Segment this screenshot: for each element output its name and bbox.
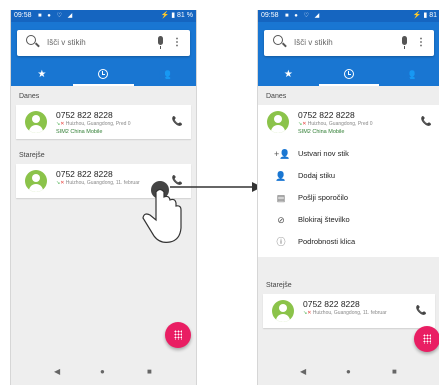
tab-favorites[interactable]: ★ — [258, 64, 319, 86]
call-number: 0752 822 8228 — [56, 110, 113, 120]
menu-item-create-contact[interactable]: +👤 Ustvari nov stik — [258, 143, 439, 165]
call-icon[interactable]: 📞 — [416, 305, 427, 316]
call-details: ↘✕ Huizhou, Guangdong, 11. februar — [303, 310, 387, 316]
call-log-item[interactable]: 0752 822 8228 ↘✕ Huizhou, Guangdong, Pre… — [16, 105, 191, 139]
dialpad-button[interactable] — [414, 326, 439, 352]
avatar — [25, 111, 47, 133]
transition-arrow-icon — [170, 182, 262, 192]
home-icon[interactable]: ● — [100, 367, 105, 376]
battery-level: ⚡ ▮ 81 — [412, 12, 437, 19]
block-icon: ⊘ — [277, 215, 285, 225]
search-input[interactable]: Išči v stikih — [47, 30, 86, 56]
notification-icons: ■ ● ♡ ◢ — [38, 13, 75, 19]
star-icon: ★ — [283, 69, 293, 80]
call-carrier: SIM2 China Mobile — [298, 129, 345, 135]
call-icon[interactable]: 📞 — [172, 116, 183, 127]
back-icon[interactable]: ◀ — [300, 367, 306, 376]
notification-icons: ■ ● ♡ ◢ — [285, 13, 322, 19]
avatar — [272, 300, 294, 322]
menu-item-add-to-contact[interactable]: 👤 Dodaj stiku — [258, 165, 439, 187]
star-icon: ★ — [37, 69, 47, 80]
info-icon: ⓘ — [276, 237, 286, 247]
clock-icon — [343, 69, 354, 80]
recents-icon[interactable]: ■ — [392, 367, 397, 376]
section-older: Starejše — [266, 282, 292, 289]
section-today: Danes — [19, 93, 40, 100]
microphone-icon[interactable] — [402, 36, 407, 49]
dialpad-icon — [423, 334, 431, 344]
search-bar[interactable]: Išči v stikih ⋮ — [17, 30, 190, 56]
menu-item-call-details[interactable]: ⓘ Podrobnosti klica — [258, 231, 439, 253]
tab-recents[interactable] — [318, 64, 380, 86]
dialpad-button[interactable] — [165, 322, 191, 348]
app-header: Išči v stikih ⋮ ★ 👥 — [11, 22, 196, 86]
call-log-item-expanded[interactable]: 0752 822 8228 ↘✕ Huizhou, Guangdong, Pre… — [258, 105, 439, 139]
person-icon: 👤 — [275, 171, 287, 181]
search-icon — [273, 35, 283, 45]
search-bar[interactable]: Išči v stikih ⋮ — [264, 30, 434, 56]
back-icon[interactable]: ◀ — [54, 367, 60, 376]
more-options-icon[interactable]: ⋮ — [416, 30, 426, 56]
add-contact-icon: +👤 — [274, 149, 291, 159]
people-icon: 👥 — [403, 69, 416, 80]
call-log-item[interactable]: 0752 822 8228 ↘✕ Huizhou, Guangdong, 11.… — [263, 294, 435, 328]
navigation-bar: ◀ ● ■ — [11, 361, 196, 385]
tab-bar: ★ 👥 — [258, 64, 439, 86]
tab-contacts[interactable]: 👥 — [379, 64, 439, 86]
clock-icon — [98, 69, 109, 80]
call-number: 0752 822 8228 — [303, 299, 360, 309]
call-icon[interactable]: 📞 — [421, 116, 432, 127]
navigation-bar: ◀ ● ■ — [258, 361, 439, 385]
status-bar: 09:58 ■ ● ♡ ◢ ⚡ ▮ 81 % — [11, 10, 196, 22]
home-icon[interactable]: ● — [346, 367, 351, 376]
section-today: Danes — [266, 93, 287, 100]
message-icon: ▤ — [276, 193, 286, 203]
tab-recents[interactable] — [72, 64, 135, 86]
more-options-icon[interactable]: ⋮ — [172, 30, 182, 56]
section-older: Starejše — [19, 152, 45, 159]
tab-contacts[interactable]: 👥 — [134, 64, 196, 86]
menu-item-block-number[interactable]: ⊘ Blokiraj številko — [258, 209, 439, 231]
phone-screen-after: 09:58 ■ ● ♡ ◢ ⚡ ▮ 81 Išči v stikih ⋮ ★ 👥… — [257, 10, 439, 385]
battery-level: ⚡ ▮ 81 % — [160, 12, 193, 19]
call-number: 0752 822 8228 — [56, 169, 113, 179]
avatar — [267, 111, 289, 133]
microphone-icon[interactable] — [158, 36, 163, 49]
app-header: Išči v stikih ⋮ ★ 👥 — [258, 22, 439, 86]
recents-icon[interactable]: ■ — [147, 367, 152, 376]
search-input[interactable]: Išči v stikih — [294, 30, 333, 56]
call-details: ↘✕ Huizhou, Guangdong, 11. februar — [56, 180, 140, 186]
dialpad-icon — [174, 330, 182, 340]
menu-item-send-message[interactable]: ▤ Pošlji sporočilo — [258, 187, 439, 209]
status-time: 09:58 — [261, 12, 279, 19]
call-number: 0752 822 8228 — [298, 110, 355, 120]
tab-favorites[interactable]: ★ — [11, 64, 73, 86]
people-icon: 👥 — [158, 69, 172, 80]
status-bar: 09:58 ■ ● ♡ ◢ ⚡ ▮ 81 — [258, 10, 439, 22]
call-carrier: SIM2 China Mobile — [56, 129, 103, 135]
avatar — [25, 170, 47, 192]
call-actions-menu: +👤 Ustvari nov stik 👤 Dodaj stiku ▤ Pošl… — [258, 139, 439, 257]
tab-bar: ★ 👥 — [11, 64, 196, 86]
status-time: 09:58 — [14, 12, 32, 19]
call-details: ↘✕ Huizhou, Guangdong, Pred 0 — [298, 121, 373, 127]
search-icon — [26, 35, 36, 45]
call-details: ↘✕ Huizhou, Guangdong, Pred 0 — [56, 121, 131, 127]
